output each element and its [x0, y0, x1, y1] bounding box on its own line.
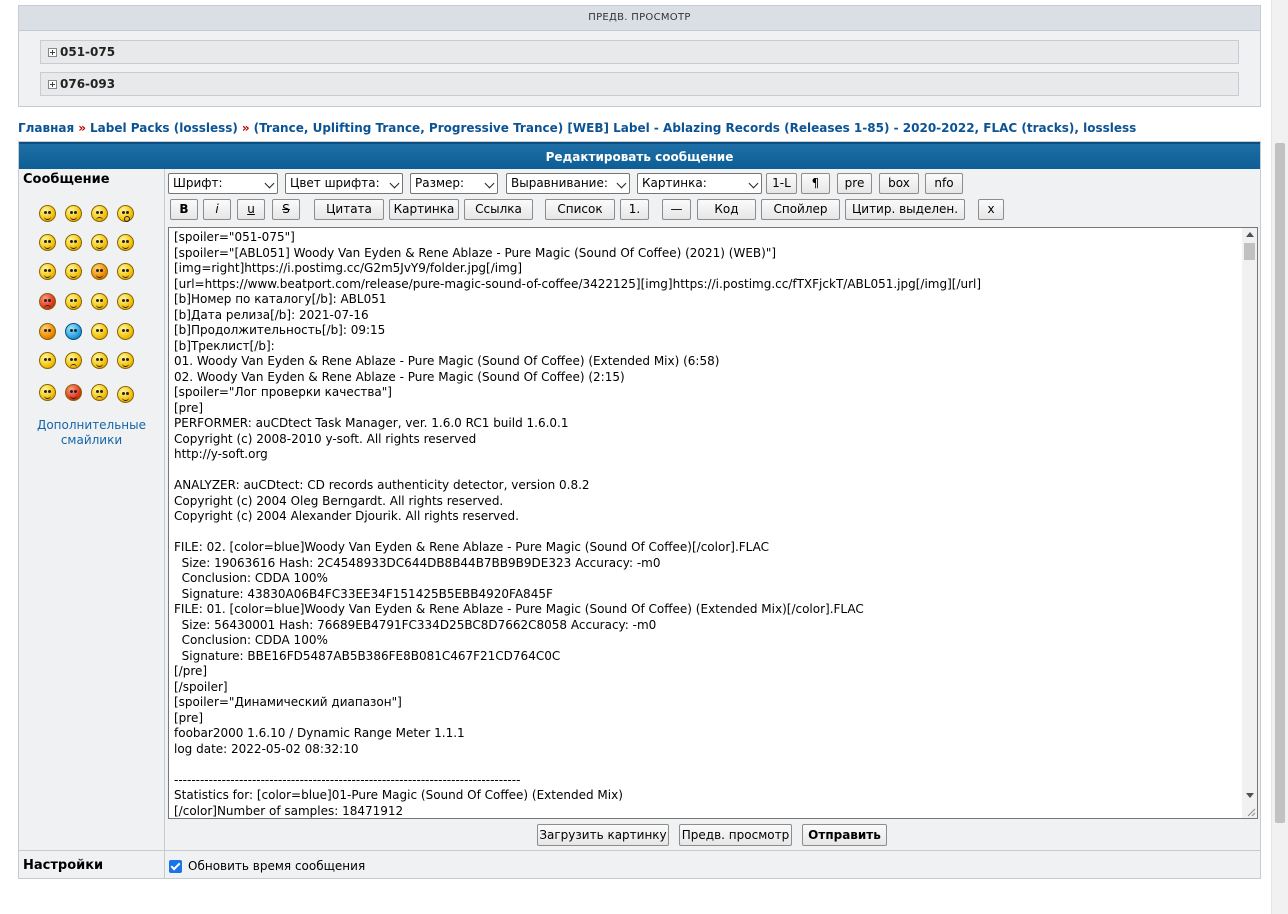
smile-shocked-icon[interactable]: [39, 234, 56, 251]
smile-blush-icon[interactable]: [91, 263, 108, 280]
settings-label: Настройки: [23, 858, 104, 873]
textarea-scrollbar-thumb[interactable]: [1244, 243, 1255, 260]
smile-happy-icon[interactable]: [65, 205, 82, 222]
chevron-down-icon: [484, 178, 495, 189]
message-label: Сообщение: [23, 172, 110, 187]
btn-paragraph[interactable]: ¶: [801, 173, 830, 194]
smile-evil-grin-icon[interactable]: [65, 263, 82, 280]
smile-confused-icon[interactable]: [65, 234, 82, 251]
preview-title: ПРЕДВ. ПРОСМОТР: [19, 6, 1260, 31]
update-time-label: Обновить время сообщения: [188, 859, 366, 873]
smile-teeth-icon[interactable]: [117, 352, 134, 369]
spoiler-076-093[interactable]: 076-093: [40, 72, 1239, 96]
list-button[interactable]: Список: [545, 199, 615, 220]
smile-sour-icon[interactable]: [65, 352, 82, 369]
resize-handle-icon[interactable]: [1246, 807, 1256, 817]
breadcrumb: Главная» Label Packs (lossless)» (Trance, …: [18, 121, 1136, 135]
spoiler-button[interactable]: Спойлер: [761, 199, 840, 220]
italic-button[interactable]: i: [203, 199, 231, 220]
expand-plus-icon[interactable]: [48, 80, 57, 89]
chevron-down-icon: [748, 178, 759, 189]
bold-button[interactable]: B: [170, 199, 198, 220]
exclamation-icon[interactable]: [39, 323, 56, 340]
quote-button[interactable]: Цитата: [314, 199, 384, 220]
numbered-list-button[interactable]: 1.: [620, 199, 649, 220]
edit-message-form: Редактировать сообщение Сообщение Дополн…: [18, 141, 1261, 879]
smile-wink-icon[interactable]: [117, 293, 134, 310]
smile-sad-icon[interactable]: [91, 205, 108, 222]
smile-worried-icon[interactable]: [91, 384, 108, 401]
page-scrollbar-thumb[interactable]: [1275, 143, 1285, 823]
chevron-down-icon: [616, 178, 627, 189]
preview-panel: ПРЕДВ. ПРОСМОТР 051-075 076-093: [18, 5, 1261, 107]
expand-plus-icon[interactable]: [48, 48, 57, 57]
smile-smug-icon[interactable]: [91, 352, 108, 369]
code-button[interactable]: Код: [697, 199, 756, 220]
smile-surprised-icon[interactable]: [117, 205, 134, 222]
smile-crazy-icon[interactable]: [39, 263, 56, 280]
smile-dizzy-icon[interactable]: [39, 384, 56, 401]
arrow-right-icon[interactable]: [117, 323, 134, 340]
upload-image-button[interactable]: Загрузить картинку: [537, 824, 669, 846]
textarea-scrollbar[interactable]: [1242, 228, 1257, 818]
btn-box[interactable]: box: [879, 173, 919, 194]
chevron-down-icon: [389, 178, 400, 189]
breadcrumb-home-link[interactable]: Главная: [18, 121, 74, 135]
breadcrumb-separator: »: [78, 121, 86, 135]
image-button[interactable]: Картинка: [389, 199, 459, 220]
smilies-column: Сообщение Дополнительные смайлики: [19, 169, 165, 850]
editor-header: Редактировать сообщение: [19, 142, 1260, 169]
align-select[interactable]: Выравнивание:: [506, 173, 630, 194]
picture-select[interactable]: Картинка:: [637, 173, 762, 194]
smile-eek-icon[interactable]: [117, 263, 134, 280]
spoiler-title: 076-093: [60, 77, 116, 91]
breadcrumb-category-link[interactable]: Label Packs (lossless): [90, 121, 238, 135]
smile-cool-icon[interactable]: [91, 234, 108, 251]
btn-pre[interactable]: pre: [837, 173, 872, 194]
smile-angry-icon[interactable]: [39, 293, 56, 310]
smile-devil-icon[interactable]: [65, 384, 82, 401]
settings-row: Обновить время сообщения: [19, 850, 1260, 879]
smile-laugh-icon[interactable]: [117, 234, 134, 251]
chevron-down-icon: [264, 178, 275, 189]
question-icon[interactable]: [65, 323, 82, 340]
message-text: [spoiler="051-075"] [spoiler="[ABL051] W…: [174, 230, 982, 818]
spoiler-051-075[interactable]: 051-075: [40, 40, 1239, 64]
idea-icon[interactable]: [91, 323, 108, 340]
btn-1l[interactable]: 1-L: [766, 173, 797, 194]
smile-rolleyes-icon[interactable]: [91, 293, 108, 310]
close-tags-button[interactable]: x: [978, 199, 1004, 220]
spoiler-title: 051-075: [60, 45, 116, 59]
link-button[interactable]: Ссылка: [464, 199, 533, 220]
arrow-left-icon[interactable]: [39, 352, 56, 369]
submit-button[interactable]: Отправить: [802, 824, 887, 846]
breadcrumb-separator: »: [241, 121, 250, 135]
quote-selection-button[interactable]: Цитир. выделен.: [845, 199, 965, 220]
preview-button[interactable]: Предв. просмотр: [679, 824, 792, 846]
more-smilies-link[interactable]: Дополнительные смайлики: [19, 418, 164, 448]
breadcrumb-topic-link[interactable]: (Trance, Uplifting Trance, Progressive T…: [254, 121, 1137, 135]
font-size-select[interactable]: Размер:: [410, 173, 498, 194]
smile-hmm-icon[interactable]: [117, 386, 134, 403]
scroll-down-icon[interactable]: [1246, 793, 1254, 798]
font-select[interactable]: Шрифт:: [168, 173, 278, 194]
smile-grin-icon[interactable]: [39, 205, 56, 222]
underline-button[interactable]: u: [237, 199, 265, 220]
update-time-checkbox[interactable]: [169, 860, 182, 873]
smile-mad-icon[interactable]: [65, 293, 82, 310]
strike-button[interactable]: S: [272, 199, 300, 220]
font-color-select[interactable]: Цвет шрифта:: [285, 173, 403, 194]
page-scrollbar[interactable]: [1271, 0, 1288, 914]
btn-nfo[interactable]: nfo: [925, 173, 963, 194]
scroll-up-icon[interactable]: [1246, 232, 1254, 237]
message-textarea[interactable]: [spoiler="051-075"] [spoiler="[ABL051] W…: [168, 227, 1258, 819]
hr-button[interactable]: —: [662, 199, 691, 220]
